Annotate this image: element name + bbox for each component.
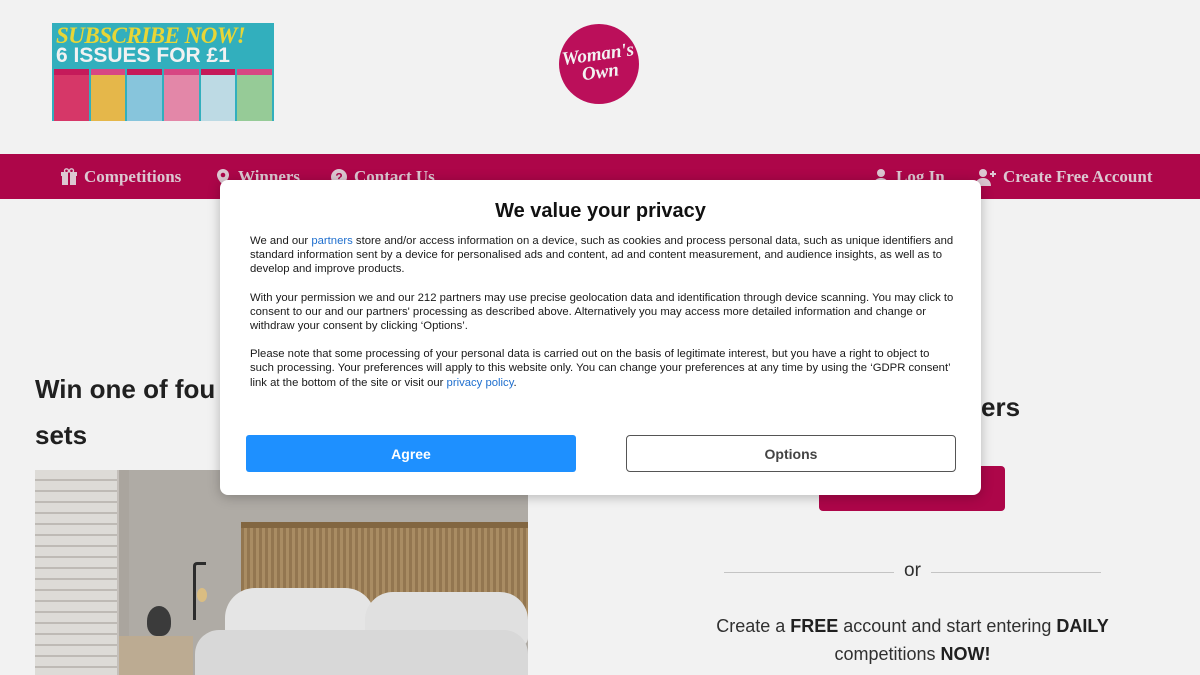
privacy-consent-dialog: We value your privacy We and our partner…	[220, 180, 981, 495]
agree-button[interactable]: Agree	[246, 435, 576, 472]
partners-link[interactable]: partners	[311, 235, 352, 247]
options-button[interactable]: Options	[626, 435, 956, 472]
privacy-policy-link[interactable]: privacy policy	[447, 377, 514, 389]
dialog-title: We value your privacy	[495, 200, 706, 222]
dialog-body: We and our partners store and/or access …	[250, 234, 954, 404]
consent-paragraph-3: Please note that some processing of your…	[250, 348, 951, 389]
consent-paragraph-1: We and our partners store and/or access …	[250, 235, 954, 276]
consent-paragraph-2: With your permission we and our 212 part…	[250, 291, 954, 333]
